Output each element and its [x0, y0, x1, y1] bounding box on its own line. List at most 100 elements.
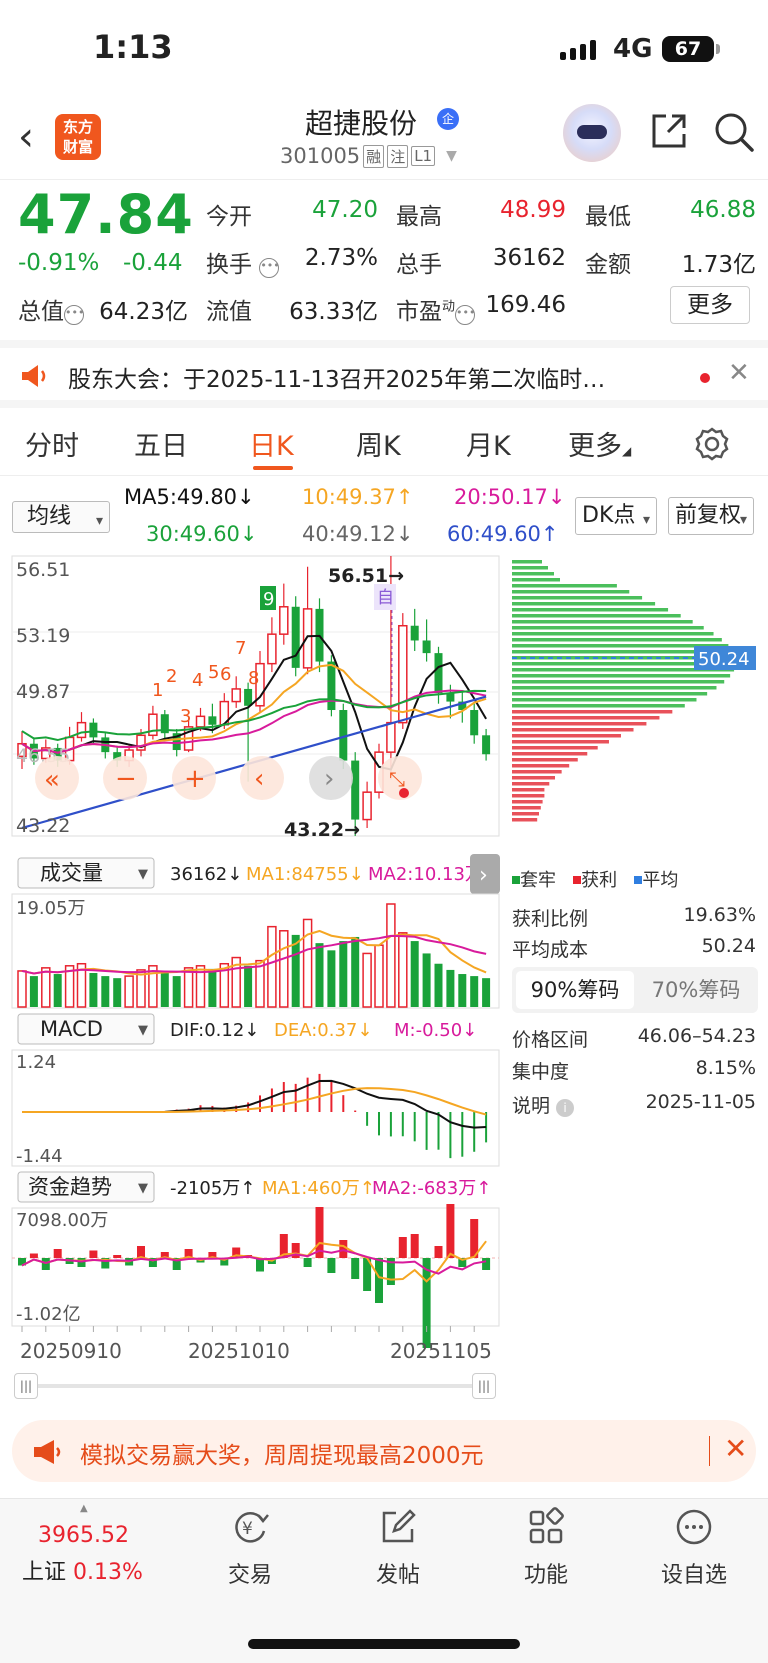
- chip-distribution: [512, 560, 736, 822]
- chip-bar: [512, 686, 717, 690]
- tab-chip-70[interactable]: 70%筹码: [638, 971, 754, 1009]
- tab-more[interactable]: 更多◢: [568, 424, 631, 463]
- latest-dot: [399, 788, 409, 798]
- fund-bar: [482, 1258, 491, 1270]
- back-icon[interactable]: ‹: [18, 114, 34, 160]
- price-range-label: 价格区间: [512, 1029, 589, 1051]
- dk-point-select[interactable]: DK点: [575, 497, 657, 538]
- signal-3: 3: [180, 706, 191, 727]
- note-label[interactable]: 说明 i: [512, 1091, 575, 1118]
- amount-value: 1.73亿: [681, 252, 756, 278]
- active-tab-indicator: [253, 466, 293, 470]
- fund-bar: [410, 1234, 419, 1258]
- scroller-left-handle[interactable]: |||: [14, 1373, 38, 1399]
- tag-registered: 注: [387, 144, 409, 168]
- tab-chip-90[interactable]: 90%筹码: [516, 971, 634, 1009]
- chip-bar: [512, 698, 697, 702]
- chip-bar: [512, 560, 542, 564]
- candle-body: [244, 688, 253, 706]
- status-bar: 1:13 4G 67: [0, 0, 768, 100]
- tab-monthly-k[interactable]: 月K: [466, 424, 511, 463]
- settings-icon[interactable]: [694, 426, 730, 462]
- chip-bar: [512, 716, 660, 720]
- chip-bar: [512, 818, 538, 822]
- concentration-label: 集中度: [512, 1061, 570, 1083]
- fund-bar: [375, 1258, 383, 1303]
- volume-bar: [160, 971, 169, 1007]
- notice-bar[interactable]: 股东大会：于2025-11-13召开2025年第二次临时… ✕: [0, 340, 768, 408]
- volume-bar: [315, 943, 324, 1007]
- chip-bar: [512, 704, 685, 708]
- fund-bar: [434, 1246, 443, 1258]
- volume-bar: [339, 941, 348, 1007]
- nav-function[interactable]: 功能: [491, 1507, 601, 1589]
- info-icon: i: [556, 1099, 575, 1117]
- tab-five-day[interactable]: 五日: [134, 424, 188, 463]
- volume-bar: [482, 978, 491, 1007]
- tab-intraday[interactable]: 分时: [25, 424, 79, 463]
- enterprise-badge: 企: [437, 108, 459, 130]
- index-ticker[interactable]: ▲ 3965.52 上证 0.13%: [22, 1503, 143, 1586]
- chip-bar: [512, 590, 630, 594]
- mcap-label[interactable]: 总值•••: [18, 292, 84, 326]
- pe-label[interactable]: 市盈动•••: [396, 292, 475, 326]
- open-label: 今开: [206, 204, 252, 230]
- more-icon: •••: [259, 258, 280, 278]
- pe-value: 169.46: [485, 292, 566, 318]
- volume-bar: [302, 918, 313, 1008]
- logo-line2: 财富: [62, 138, 93, 156]
- chip-bar: [512, 746, 598, 750]
- chip-bar: [512, 734, 621, 738]
- high-marker: 56.51→: [328, 565, 404, 587]
- chip-bar: [512, 788, 545, 792]
- tab-daily-k[interactable]: 日K: [249, 424, 294, 463]
- indicator-select[interactable]: 均线: [12, 501, 110, 536]
- more-button[interactable]: 更多: [670, 286, 750, 324]
- promo-banner[interactable]: 模拟交易赢大奖，周周提现最高2000元 ✕: [12, 1420, 756, 1482]
- nav-trade[interactable]: ¥ 交易: [195, 1507, 305, 1589]
- scroller-right-handle[interactable]: |||: [472, 1373, 496, 1399]
- chevron-right-icon: ›: [324, 764, 334, 794]
- chip-bar: [512, 566, 548, 570]
- adjust-select[interactable]: 前复权: [668, 497, 754, 538]
- volume-bar: [124, 975, 134, 1008]
- share-icon[interactable]: [648, 110, 690, 152]
- macd-bars: [163, 1073, 488, 1159]
- nav-post-label: 发帖: [375, 1563, 420, 1588]
- close-icon[interactable]: ✕: [728, 358, 750, 388]
- tab-weekly-k[interactable]: 周K: [356, 424, 401, 463]
- fund-bar: [446, 1204, 455, 1258]
- stock-code-row[interactable]: 301005 融 注 L1 ▼: [280, 144, 457, 168]
- chevron-down-icon: ▼: [138, 1181, 148, 1196]
- y-tick-mid2: 49.87: [16, 681, 70, 703]
- chip-range-toggle: 90%筹码 70%筹码: [512, 967, 758, 1013]
- promo-text: 模拟交易赢大奖，周周提现最高2000元: [80, 1443, 484, 1469]
- nav-add-watchlist[interactable]: 设自选: [639, 1507, 749, 1589]
- close-icon[interactable]: ✕: [724, 1432, 747, 1465]
- volume-bar: [279, 930, 289, 1008]
- assistant-avatar[interactable]: [563, 104, 621, 162]
- volume-bar: [458, 974, 467, 1007]
- candle-body: [327, 661, 336, 711]
- volume-bar: [386, 903, 396, 1008]
- nav-post[interactable]: 发帖: [343, 1507, 453, 1589]
- volume-bar: [17, 970, 27, 1008]
- edit-icon: [382, 1509, 416, 1543]
- avg-cost-label: 平均成本: [512, 939, 589, 961]
- volume-bar: [53, 974, 62, 1007]
- search-icon[interactable]: [712, 110, 756, 154]
- volume-bar: [362, 952, 372, 1008]
- fund-bar: [53, 1249, 62, 1258]
- chip-bar: [512, 626, 704, 630]
- candle-body: [195, 715, 206, 728]
- fund-select-label: 资金趋势: [28, 1175, 112, 1199]
- signal-9: 9: [263, 589, 274, 610]
- self-marker: 自: [377, 588, 394, 608]
- range-scroller[interactable]: ||| |||: [14, 1373, 496, 1399]
- fund-bar: [339, 1240, 348, 1258]
- volume-bar: [89, 973, 98, 1007]
- double-left-icon: «: [44, 765, 60, 795]
- volume-y-top: 19.05万: [16, 898, 86, 919]
- fund-bar: [113, 1255, 122, 1258]
- turnover-label[interactable]: 换手 •••: [206, 245, 280, 279]
